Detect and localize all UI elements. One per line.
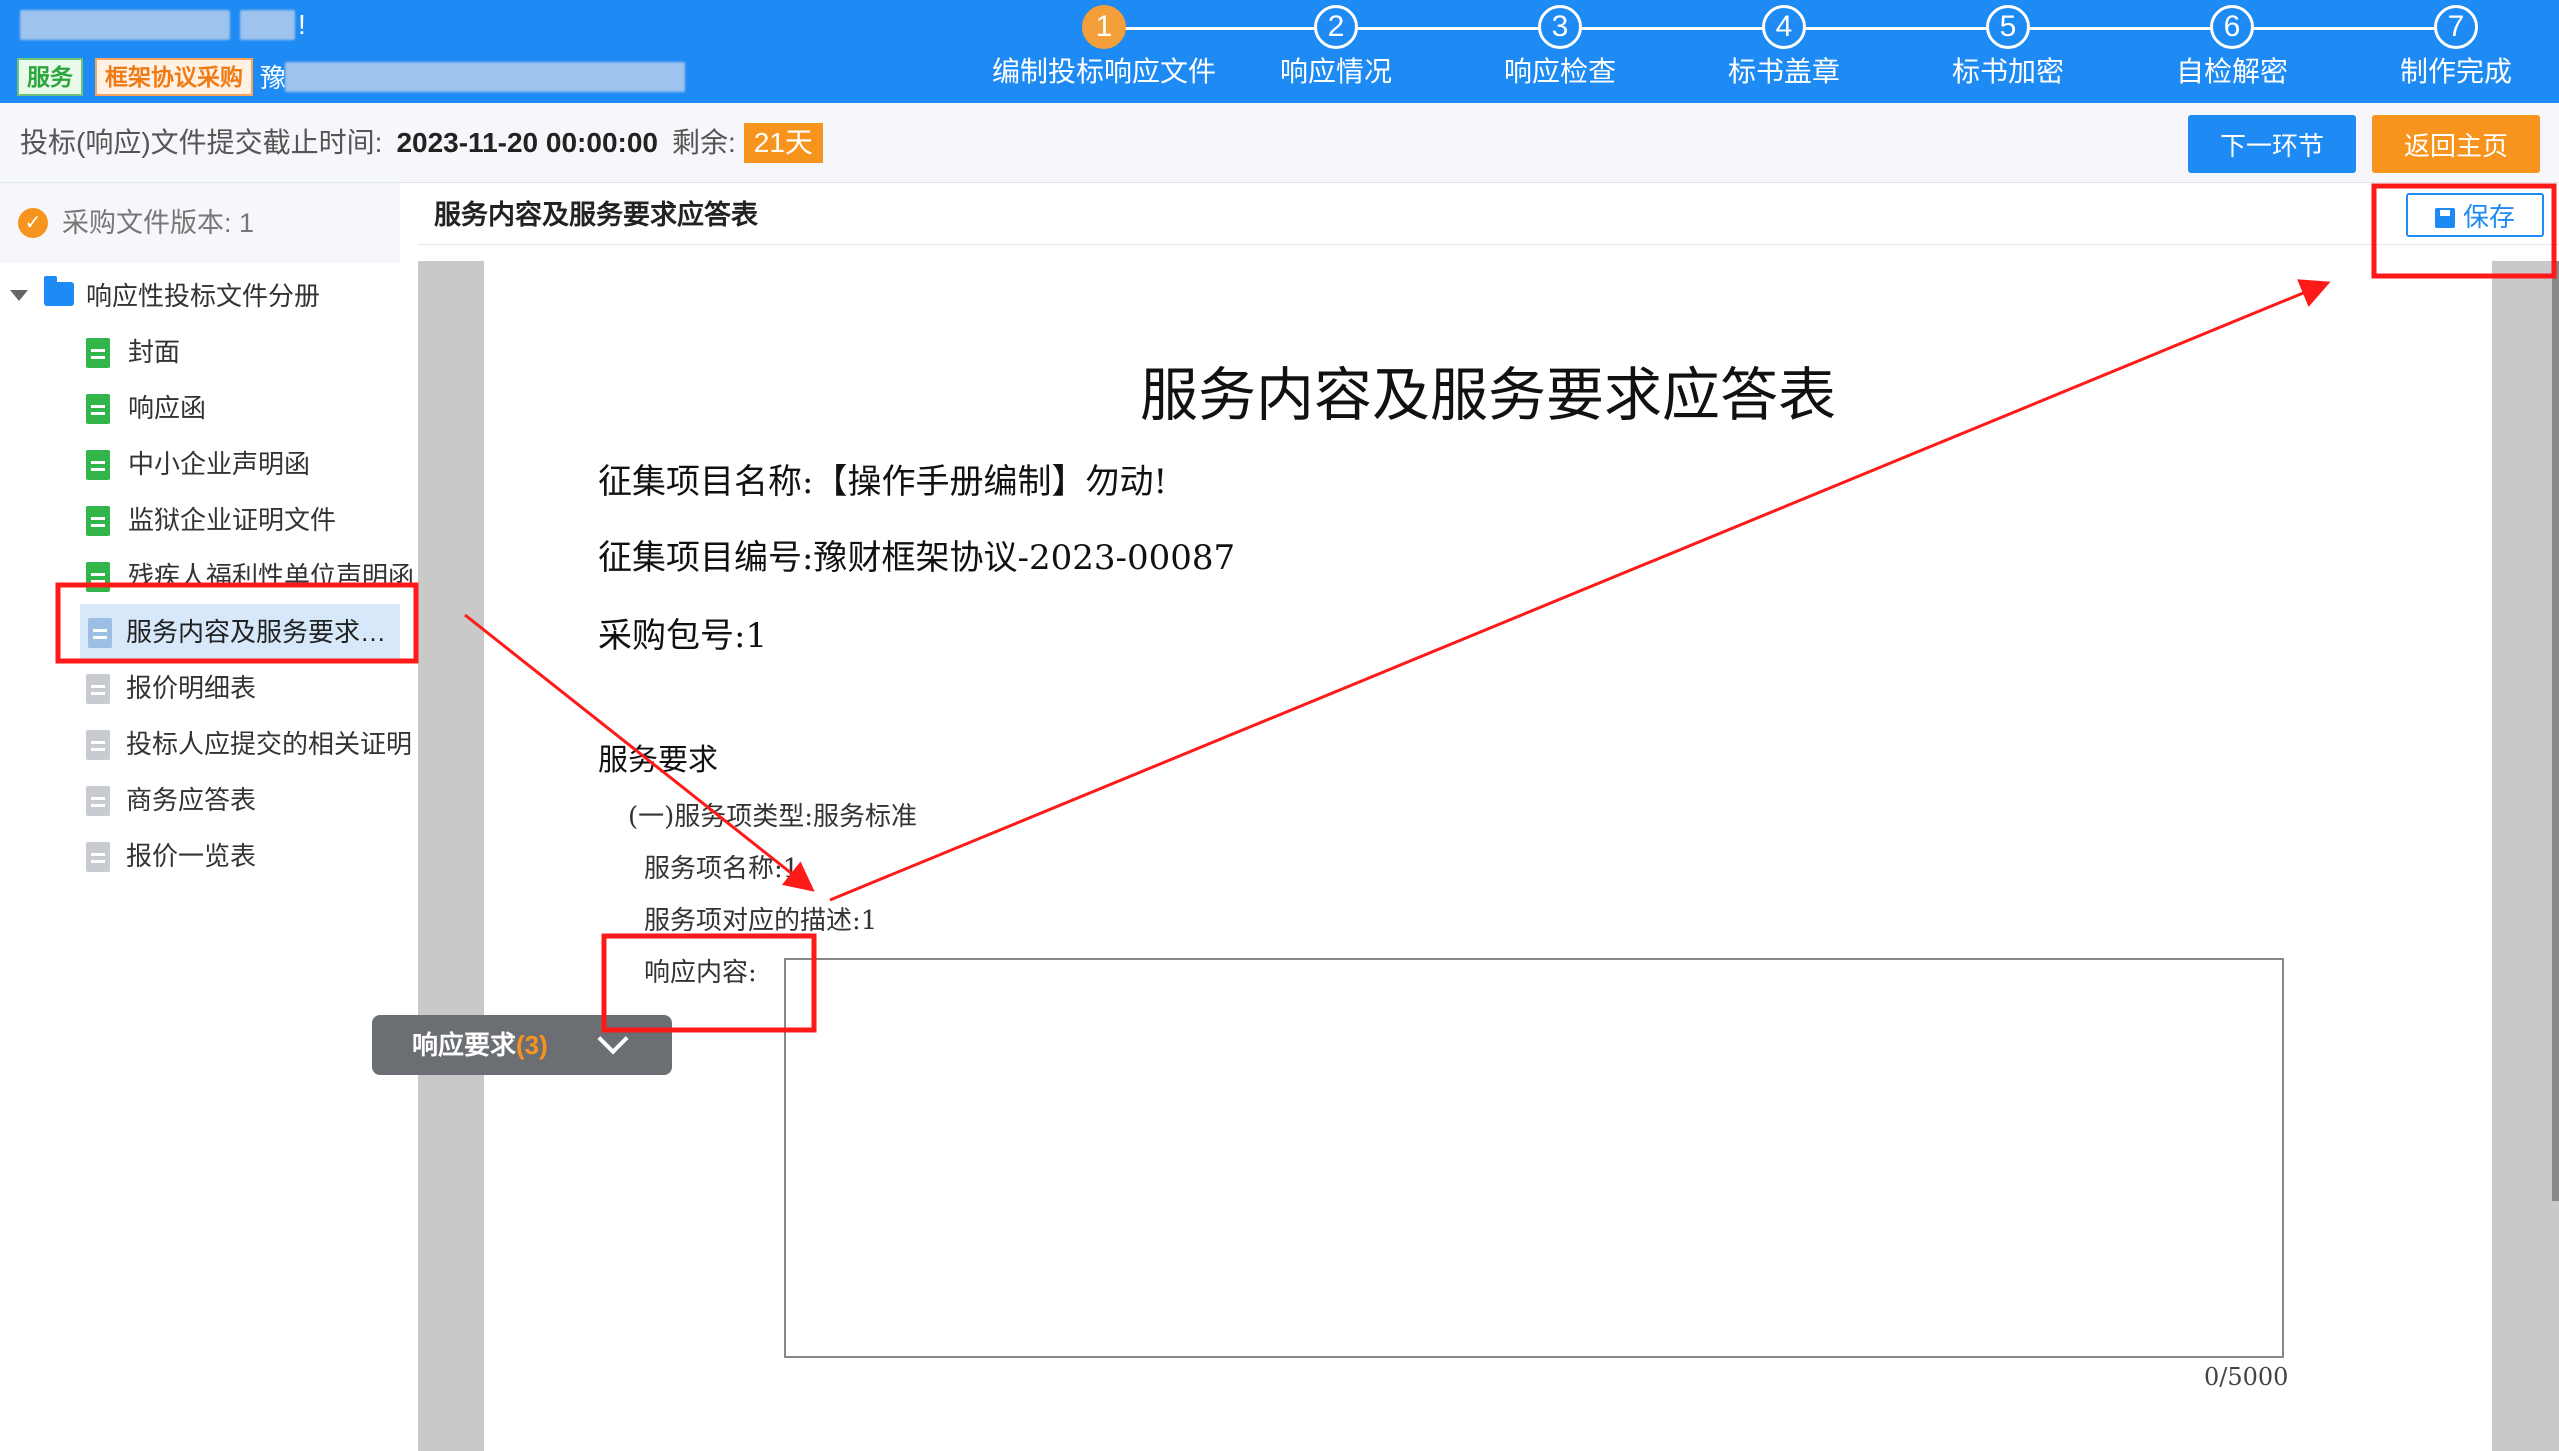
tree-item-cover[interactable]: 封面: [0, 324, 400, 380]
procurement-version: ✓ 采购文件版本: 1: [0, 183, 400, 263]
document-sidebar: ✓ 采购文件版本: 1 响应性投标文件分册 封面 响应函 中小企业声明函 监狱企…: [0, 183, 414, 1451]
tree-item-label: 报价明细表: [126, 673, 257, 703]
step-4-seal[interactable]: 4 标书盖章: [1664, 0, 1904, 90]
requirements-count: (3): [516, 1030, 548, 1060]
tree-folder[interactable]: 响应性投标文件分册: [0, 268, 400, 324]
panel-label-text: 响应要求: [412, 1030, 517, 1060]
folder-icon: [44, 276, 74, 306]
version-check-icon: ✓: [18, 208, 48, 238]
package-number-line: 采购包号:1: [598, 616, 768, 656]
step-number: 5: [1986, 5, 2030, 49]
document-done-icon: [86, 506, 110, 536]
remaining-label: 剩余:: [671, 127, 736, 158]
tree-item-label: 报价一览表: [126, 841, 257, 871]
step-label: 响应情况: [1279, 56, 1392, 87]
folder-label: 响应性投标文件分册: [86, 281, 321, 311]
next-step-button[interactable]: 下一环节: [2188, 115, 2356, 173]
step-2-response-status[interactable]: 2 响应情况: [1216, 0, 1456, 90]
document-done-icon: [86, 562, 110, 592]
tree-item-label: 监狱企业证明文件: [128, 505, 337, 535]
tree-item-label: 响应函: [128, 393, 207, 423]
step-1-compile[interactable]: 1 编制投标响应文件: [984, 0, 1224, 90]
deadline-label: 投标(响应)文件提交截止时间:: [20, 127, 383, 158]
return-home-button[interactable]: 返回主页: [2372, 115, 2540, 173]
step-label: 编制投标响应文件: [991, 56, 1216, 87]
step-label: 自检解密: [2175, 56, 2288, 87]
tree-item-service-response-table[interactable]: 服务内容及服务要求应...: [80, 604, 400, 660]
tree-item-quotation-summary[interactable]: 报价一览表: [0, 828, 400, 884]
document-header: 服务内容及服务要求应答表 保存: [418, 183, 2559, 245]
response-requirements-panel[interactable]: 响应要求(3): [372, 1015, 672, 1075]
tree-item-label: 封面: [128, 337, 181, 367]
step-number: 1: [1082, 5, 1126, 49]
document-tree: 响应性投标文件分册 封面 响应函 中小企业声明函 监狱企业证明文件 残疾人福利性…: [0, 268, 414, 884]
document-done-icon: [86, 394, 110, 424]
service-name-line: 服务项名称:1: [644, 854, 800, 884]
save-button[interactable]: 保存: [2406, 193, 2544, 237]
tree-item-label: 商务应答表: [126, 785, 257, 815]
progress-steps: 1 编制投标响应文件 2 响应情况 3 响应检查 4 标书盖章 5 标书加密 6…: [0, 0, 2559, 103]
tree-item-label: 残疾人福利性单位声明函: [128, 561, 415, 591]
document-canvas: 服务内容及服务要求应答表 征集项目名称:【操作手册编制】勿动! 征集项目编号:豫…: [418, 261, 2559, 1451]
tree-item-response-letter[interactable]: 响应函: [0, 380, 400, 436]
step-5-encrypt[interactable]: 5 标书加密: [1888, 0, 2128, 90]
tree-item-label: 投标人应提交的相关证明: [126, 729, 413, 759]
step-label: 标书加密: [1951, 56, 2064, 87]
service-type-line: (一)服务项类型:服务标准: [628, 802, 918, 832]
document-icon: [86, 674, 110, 704]
tree-item-label: 服务内容及服务要求应...: [126, 617, 396, 647]
document-icon: [88, 618, 112, 648]
tree-item-label: 中小企业声明函: [128, 449, 311, 479]
remaining-days-badge: 21天: [743, 123, 823, 163]
response-content-input[interactable]: [784, 958, 2284, 1358]
deadline-toolbar: 投标(响应)文件提交截止时间: 2023-11-20 00:00:00 剩余: 21天…: [0, 103, 2559, 183]
step-7-complete[interactable]: 7 制作完成: [2336, 0, 2559, 90]
document-editor: 服务内容及服务要求应答表 保存 服务内容及服务要求应答表 征集项目名称:【操作手…: [418, 183, 2559, 1451]
document-page: 服务内容及服务要求应答表 征集项目名称:【操作手册编制】勿动! 征集项目编号:豫…: [484, 261, 2492, 1451]
vertical-scrollbar[interactable]: [2552, 261, 2559, 1201]
response-requirements-label: 响应要求(3): [412, 1026, 548, 1064]
step-6-self-check-decrypt[interactable]: 6 自检解密: [2112, 0, 2352, 90]
service-desc-line: 服务项对应的描述:1: [644, 906, 878, 936]
response-content-label: 响应内容:: [644, 958, 757, 988]
tree-item-business-response[interactable]: 商务应答表: [0, 772, 400, 828]
tree-item-quotation-detail[interactable]: 报价明细表: [0, 660, 400, 716]
version-label: 采购文件版本: 1: [62, 208, 255, 238]
tree-item-disability-welfare[interactable]: 残疾人福利性单位声明函: [0, 548, 414, 604]
tree-item-bidder-certificates[interactable]: 投标人应提交的相关证明: [0, 716, 412, 772]
project-code-line: 征集项目编号:豫财框架协议-2023-00087: [598, 538, 1236, 578]
document-done-icon: [86, 450, 110, 480]
tree-item-prison-enterprise[interactable]: 监狱企业证明文件: [0, 492, 400, 548]
save-button-label: 保存: [2462, 201, 2515, 232]
save-icon: [2434, 207, 2455, 228]
caret-down-icon[interactable]: [10, 290, 28, 301]
section-heading: 服务要求: [598, 743, 718, 778]
page-title: 服务内容及服务要求应答表: [1139, 361, 1836, 429]
deadline-value: 2023-11-20 00:00:00: [396, 127, 658, 158]
step-3-response-check[interactable]: 3 响应检查: [1440, 0, 1680, 90]
document-title: 服务内容及服务要求应答表: [434, 200, 758, 230]
project-name-line: 征集项目名称:【操作手册编制】勿动!: [598, 462, 1168, 502]
top-header: ! 服务 框架协议采购 豫 1 编制投标响应文件 2 响应情况 3 响应检查 4…: [0, 0, 2559, 103]
character-counter: 0/5000: [2204, 1363, 2289, 1391]
step-number: 6: [2210, 5, 2254, 49]
document-done-icon: [86, 338, 110, 368]
document-icon: [86, 842, 110, 872]
step-number: 4: [1762, 5, 1806, 49]
deadline-info: 投标(响应)文件提交截止时间: 2023-11-20 00:00:00 剩余: 21天: [20, 123, 823, 163]
tree-item-sme-declaration[interactable]: 中小企业声明函: [0, 436, 400, 492]
document-icon: [86, 730, 110, 760]
step-label: 制作完成: [2399, 56, 2512, 87]
step-number: 3: [1538, 5, 1582, 49]
step-label: 响应检查: [1503, 56, 1616, 87]
step-label: 标书盖章: [1727, 56, 1840, 87]
step-number: 2: [1314, 5, 1358, 49]
document-icon: [86, 786, 110, 816]
step-number: 7: [2434, 5, 2478, 49]
